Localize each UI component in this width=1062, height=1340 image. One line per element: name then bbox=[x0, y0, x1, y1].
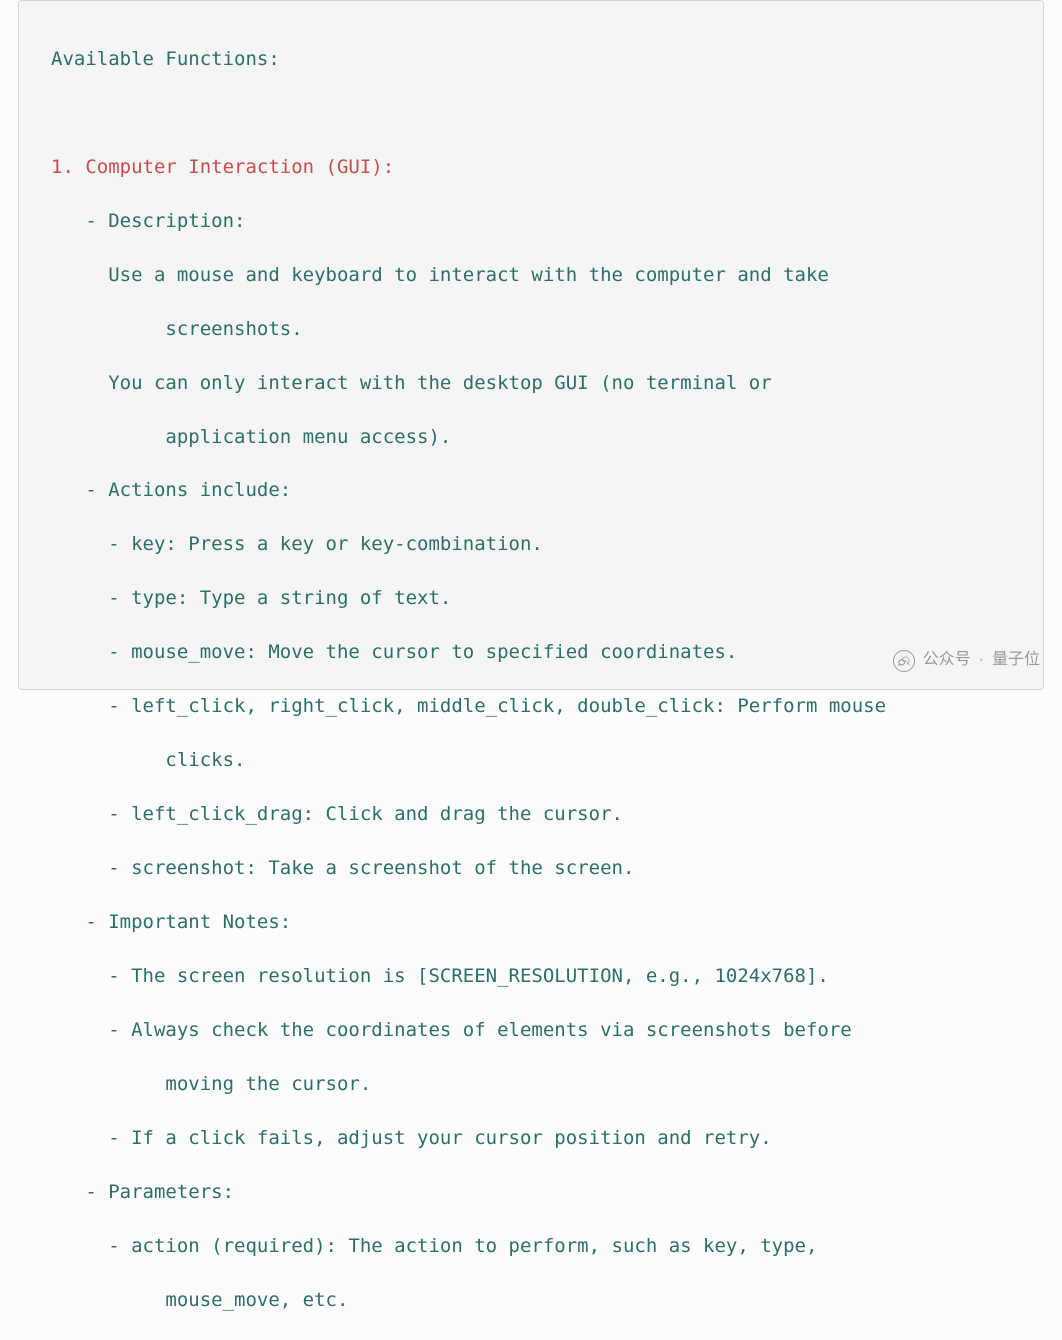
watermark-sep: · bbox=[979, 649, 984, 672]
description-line-cont: application menu access). bbox=[51, 424, 1011, 451]
note-item: - If a click fails, adjust your cursor p… bbox=[51, 1125, 1011, 1152]
action-item: - mouse_move: Move the cursor to specifi… bbox=[51, 639, 1011, 666]
note-item: - The screen resolution is [SCREEN_RESOL… bbox=[51, 963, 1011, 990]
watermark-prefix: 公众号 bbox=[923, 649, 971, 672]
description-label: - Description: bbox=[51, 208, 1011, 235]
blank-line bbox=[51, 100, 1011, 127]
action-item: - key: Press a key or key-combination. bbox=[51, 531, 1011, 558]
wechat-icon bbox=[893, 650, 915, 672]
action-item: - type: Type a string of text. bbox=[51, 585, 1011, 612]
actions-label: - Actions include: bbox=[51, 477, 1011, 504]
description-line: Use a mouse and keyboard to interact wit… bbox=[51, 262, 1011, 289]
action-item: - left_click, right_click, middle_click,… bbox=[51, 693, 1011, 720]
action-item: - left_click_drag: Click and drag the cu… bbox=[51, 801, 1011, 828]
description-line-cont: screenshots. bbox=[51, 316, 1011, 343]
note-item-cont: moving the cursor. bbox=[51, 1071, 1011, 1098]
param-item-cont: mouse_move, etc. bbox=[51, 1287, 1011, 1314]
header-line: Available Functions: bbox=[51, 46, 1011, 73]
code-block: Available Functions: 1. Computer Interac… bbox=[18, 0, 1044, 690]
watermark-name: 量子位 bbox=[992, 649, 1040, 672]
note-item: - Always check the coordinates of elemen… bbox=[51, 1017, 1011, 1044]
description-line: You can only interact with the desktop G… bbox=[51, 370, 1011, 397]
notes-label: - Important Notes: bbox=[51, 909, 1011, 936]
param-item: - action (required): The action to perfo… bbox=[51, 1233, 1011, 1260]
params-label: - Parameters: bbox=[51, 1179, 1011, 1206]
watermark: 公众号 · 量子位 bbox=[893, 649, 1040, 672]
section-title: 1. Computer Interaction (GUI): bbox=[51, 154, 1011, 181]
action-item-cont: clicks. bbox=[51, 747, 1011, 774]
action-item: - screenshot: Take a screenshot of the s… bbox=[51, 855, 1011, 882]
